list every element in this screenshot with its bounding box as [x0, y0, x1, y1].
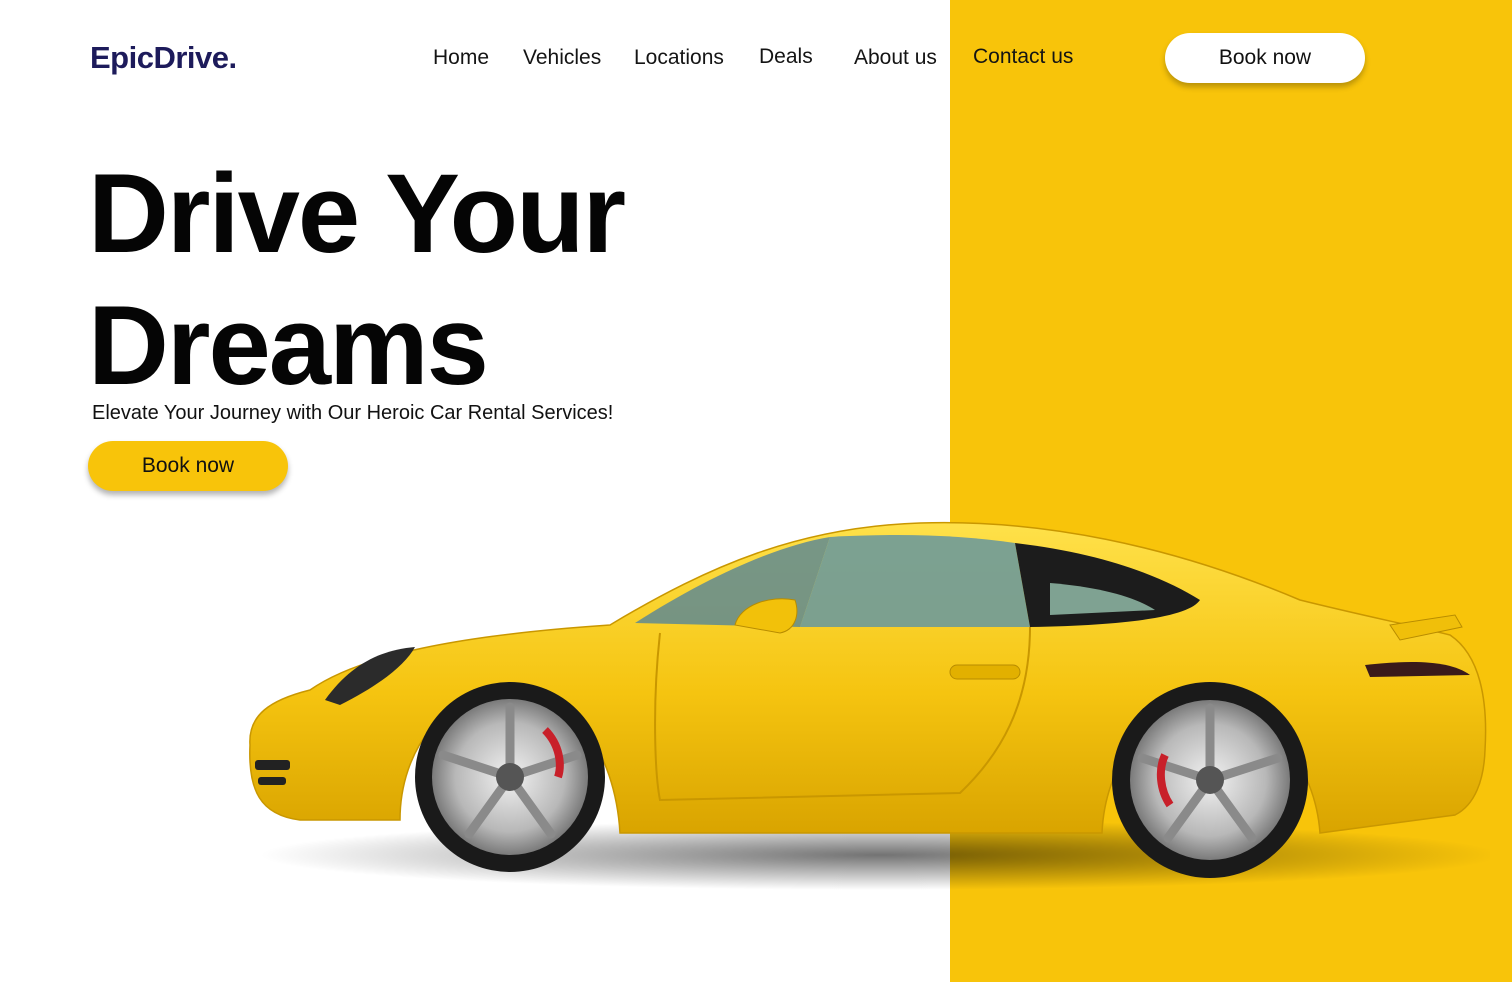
nav-contact-us[interactable]: Contact us: [973, 45, 1073, 69]
car-window-front: [635, 537, 830, 627]
hero-title-line2: Dreams: [88, 283, 489, 408]
nav-locations[interactable]: Locations: [634, 46, 724, 70]
header-book-now-button[interactable]: Book now: [1165, 33, 1365, 83]
hero-title: Drive Your Dreams: [88, 148, 626, 412]
nav-about-us[interactable]: About us: [854, 46, 937, 70]
nav-vehicles[interactable]: Vehicles: [523, 46, 601, 70]
car-front-wheel: [415, 682, 605, 872]
hero-subtitle: Elevate Your Journey with Our Heroic Car…: [92, 402, 614, 424]
car-door-handle: [949, 664, 1021, 680]
nav-deals[interactable]: Deals: [759, 45, 813, 69]
car-rear-wheel: [1112, 682, 1308, 878]
hero-book-now-button[interactable]: Book now: [88, 441, 288, 491]
sports-car-image: [249, 521, 1490, 890]
car-window-side: [800, 535, 1030, 627]
nav-home[interactable]: Home: [433, 46, 489, 70]
hero-title-line1: Drive Your: [88, 151, 626, 276]
